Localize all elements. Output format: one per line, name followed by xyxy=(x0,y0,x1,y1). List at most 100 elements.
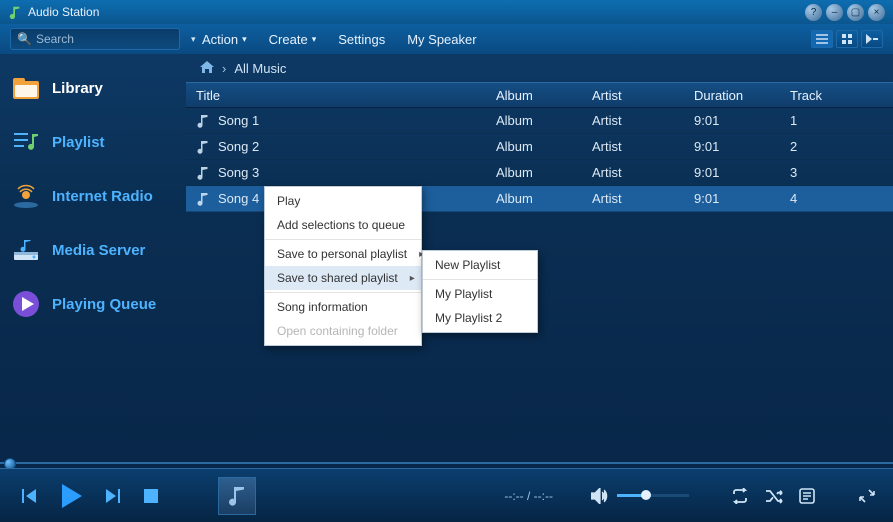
volume-thumb[interactable] xyxy=(641,490,651,500)
player-bar: --:-- / --:-- xyxy=(0,468,893,522)
table-row[interactable]: Song 1 Album Artist 9:01 1 xyxy=(186,108,893,134)
playlist-icon xyxy=(12,128,40,156)
search-dropdown-icon[interactable]: ▾ xyxy=(191,34,196,45)
next-button[interactable] xyxy=(104,486,124,506)
cell-track: 2 xyxy=(790,139,883,154)
table-row[interactable]: Song 2 Album Artist 9:01 2 xyxy=(186,134,893,160)
play-button[interactable] xyxy=(56,481,86,511)
maximize-button[interactable]: ▢ xyxy=(847,4,864,21)
search-icon: 🔍 xyxy=(17,32,32,46)
sidebar-item-playing-queue[interactable]: Playing Queue xyxy=(0,284,186,324)
minimize-button[interactable]: – xyxy=(826,4,843,21)
context-submenu: New Playlist My Playlist My Playlist 2 xyxy=(422,250,538,333)
queue-icon xyxy=(12,290,40,318)
now-playing-art[interactable] xyxy=(218,477,256,515)
song-table: Title Album Artist Duration Track Song 1… xyxy=(186,82,893,468)
mini-player-button[interactable] xyxy=(859,488,875,504)
repeat-button[interactable] xyxy=(731,488,749,504)
sidebar-item-library[interactable]: Library xyxy=(0,68,186,108)
chevron-right-icon: ▸ xyxy=(410,273,415,284)
chevron-down-icon: ▾ xyxy=(242,34,247,45)
ctx-open-folder: Open containing folder xyxy=(265,319,421,343)
prev-button[interactable] xyxy=(18,486,38,506)
ctx-save-shared[interactable]: Save to shared playlist▸ xyxy=(265,266,421,290)
music-note-icon xyxy=(196,192,210,206)
cell-duration: 9:01 xyxy=(694,191,790,206)
ctx-separator xyxy=(265,239,421,240)
ctx-separator xyxy=(423,279,537,280)
time-display: --:-- / --:-- xyxy=(504,489,553,503)
cell-artist: Artist xyxy=(592,139,694,154)
table-header: Title Album Artist Duration Track xyxy=(186,82,893,108)
ctx-save-personal[interactable]: Save to personal playlist▸ xyxy=(265,242,421,266)
ctx-song-info[interactable]: Song information xyxy=(265,295,421,319)
ctx-playlist-item[interactable]: My Playlist 2 xyxy=(423,306,537,330)
search-box[interactable]: 🔍 ▾ xyxy=(10,28,180,50)
ctx-separator xyxy=(265,292,421,293)
action-menu[interactable]: Action▾ xyxy=(202,32,247,47)
cell-album: Album xyxy=(496,139,592,154)
volume-icon[interactable] xyxy=(591,488,609,504)
cell-track: 1 xyxy=(790,113,883,128)
volume-slider[interactable] xyxy=(617,494,689,497)
cell-album: Album xyxy=(496,113,592,128)
music-note-icon xyxy=(196,166,210,180)
cell-artist: Artist xyxy=(592,165,694,180)
radio-icon xyxy=(12,182,40,210)
progress-bar[interactable] xyxy=(0,458,893,468)
volume-control xyxy=(591,488,689,504)
app-title: Audio Station xyxy=(28,5,801,19)
create-menu[interactable]: Create▾ xyxy=(269,32,317,47)
cell-duration: 9:01 xyxy=(694,113,790,128)
view-list-button[interactable] xyxy=(811,30,833,48)
cell-artist: Artist xyxy=(592,113,694,128)
col-header-album[interactable]: Album xyxy=(496,88,592,103)
speaker-selector[interactable]: My Speaker xyxy=(407,32,476,47)
toolbar: 🔍 ▾ Action▾ Create▾ Settings My Speaker xyxy=(0,24,893,54)
ctx-add-to-queue[interactable]: Add selections to queue xyxy=(265,213,421,237)
music-note-icon xyxy=(196,140,210,154)
sidebar: Library Playlist Internet Radio Media Se… xyxy=(0,54,186,468)
sidebar-item-label: Playlist xyxy=(52,134,105,151)
content-area: › All Music Title Album Artist Duration … xyxy=(186,54,893,468)
search-input[interactable] xyxy=(36,32,191,46)
cell-duration: 9:01 xyxy=(694,165,790,180)
col-header-artist[interactable]: Artist xyxy=(592,88,694,103)
titlebar: Audio Station ? – ▢ × xyxy=(0,0,893,24)
music-note-icon xyxy=(196,114,210,128)
shuffle-button[interactable] xyxy=(765,488,783,504)
stop-button[interactable] xyxy=(142,487,160,505)
help-button[interactable]: ? xyxy=(805,4,822,21)
settings-button[interactable]: Settings xyxy=(338,32,385,47)
cell-duration: 9:01 xyxy=(694,139,790,154)
sidebar-item-playlist[interactable]: Playlist xyxy=(0,122,186,162)
cell-track: 4 xyxy=(790,191,883,206)
breadcrumb-home-icon[interactable] xyxy=(200,61,214,76)
close-button[interactable]: × xyxy=(868,4,885,21)
table-row[interactable]: Song 3 Album Artist 9:01 3 xyxy=(186,160,893,186)
sidebar-item-label: Media Server xyxy=(52,242,145,259)
col-header-track[interactable]: Track xyxy=(790,88,883,103)
cell-album: Album xyxy=(496,191,592,206)
view-grid-button[interactable] xyxy=(836,30,858,48)
cell-track: 3 xyxy=(790,165,883,180)
ctx-playlist-item[interactable]: My Playlist xyxy=(423,282,537,306)
sidebar-item-media-server[interactable]: Media Server xyxy=(0,230,186,270)
view-queue-button[interactable] xyxy=(861,30,883,48)
col-header-duration[interactable]: Duration xyxy=(694,88,790,103)
ctx-new-playlist[interactable]: New Playlist xyxy=(423,253,537,277)
sidebar-item-label: Playing Queue xyxy=(52,296,156,313)
lyrics-button[interactable] xyxy=(799,488,815,504)
col-header-title[interactable]: Title xyxy=(196,88,496,103)
cell-title: Song 3 xyxy=(218,165,259,180)
cell-artist: Artist xyxy=(592,191,694,206)
cell-title: Song 4 xyxy=(218,191,259,206)
breadcrumb-current[interactable]: All Music xyxy=(234,61,286,76)
app-icon xyxy=(8,5,22,19)
view-mode-group xyxy=(811,30,883,48)
breadcrumb: › All Music xyxy=(186,54,893,82)
sidebar-item-label: Internet Radio xyxy=(52,188,153,205)
ctx-play[interactable]: Play xyxy=(265,189,421,213)
cell-title: Song 2 xyxy=(218,139,259,154)
sidebar-item-internet-radio[interactable]: Internet Radio xyxy=(0,176,186,216)
